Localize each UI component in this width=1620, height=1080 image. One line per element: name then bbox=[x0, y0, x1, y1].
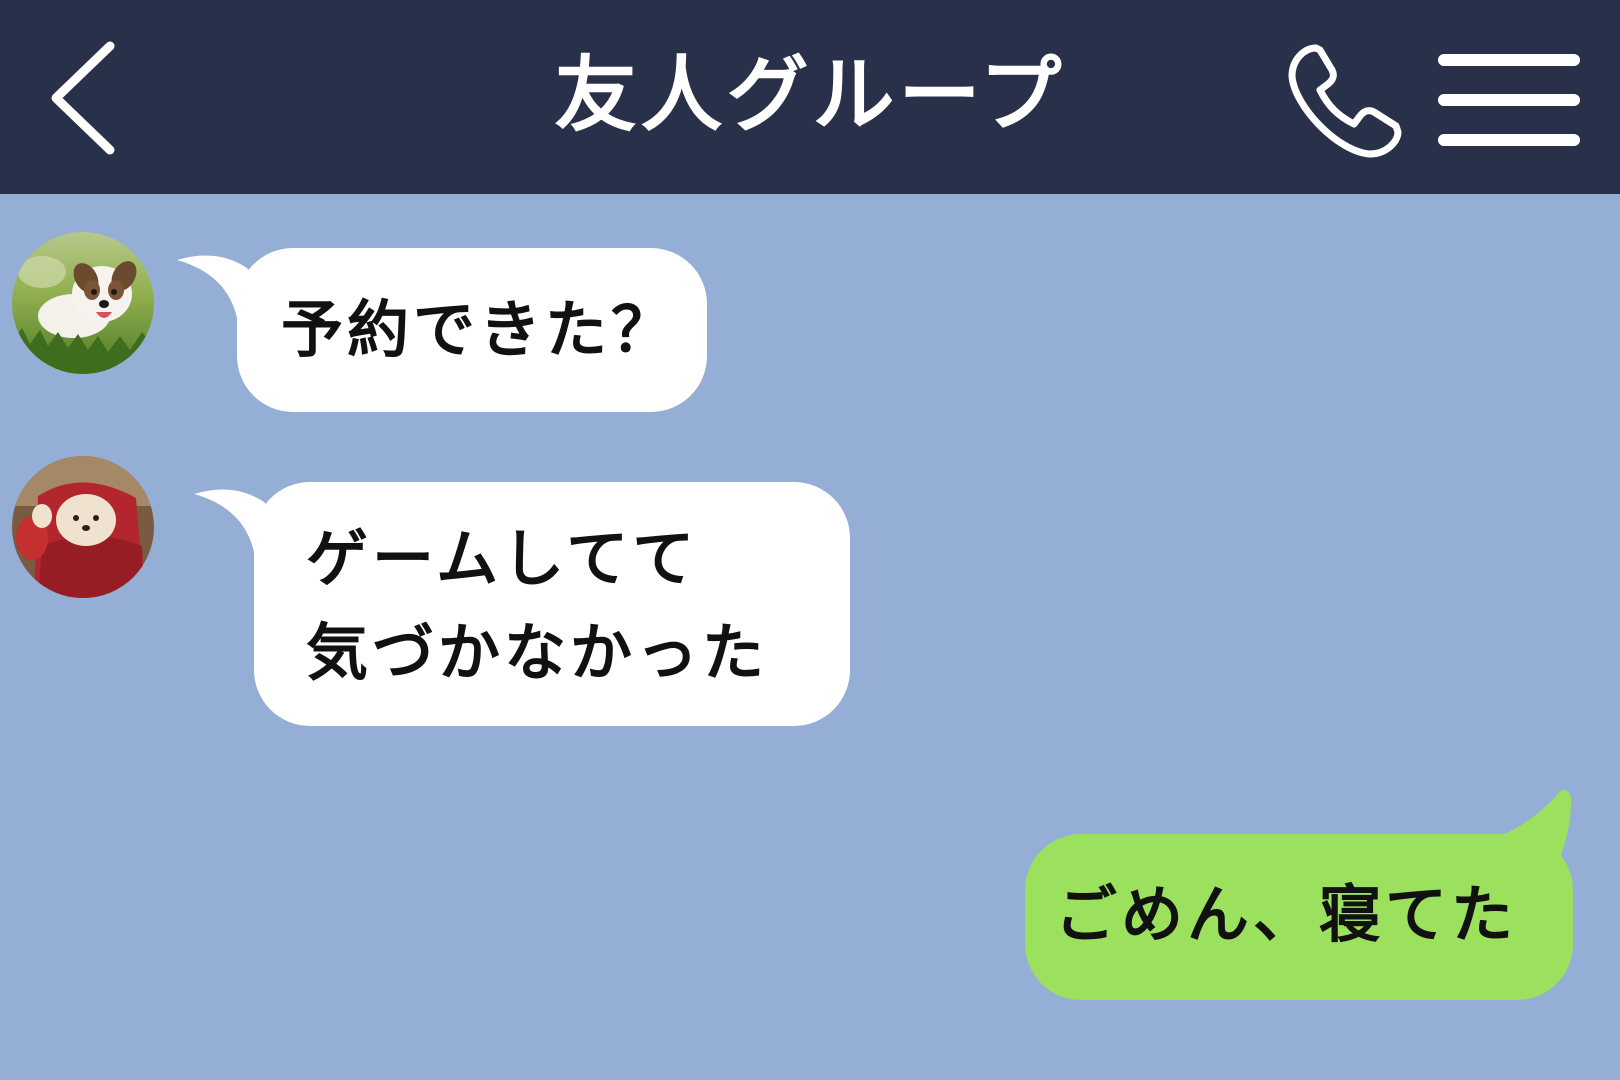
message-text: 予約できた？ bbox=[281, 293, 678, 366]
knitted-doll-photo-avatar[interactable] bbox=[12, 456, 154, 598]
outgoing-message-bubble[interactable]: ごめん、寝てた bbox=[1025, 789, 1573, 1000]
chat-message-area[interactable]: 予約できた？ ゲームしてて 気づかなかった ごめん、寝てた bbox=[0, 194, 1620, 1080]
chat-header: 友人グループ bbox=[0, 0, 1620, 194]
incoming-message-bubble[interactable]: ゲームしてて 気づかなかった bbox=[194, 482, 850, 726]
hamburger-menu-icon[interactable] bbox=[1436, 48, 1586, 152]
puppy-photo-avatar[interactable] bbox=[12, 232, 154, 374]
incoming-message-bubble[interactable]: 予約できた？ bbox=[177, 248, 707, 412]
phone-icon[interactable] bbox=[1282, 36, 1412, 166]
message-text: ゲームしてて 気づかなかった bbox=[306, 522, 769, 689]
message-text: ごめん、寝てた bbox=[1055, 878, 1518, 951]
